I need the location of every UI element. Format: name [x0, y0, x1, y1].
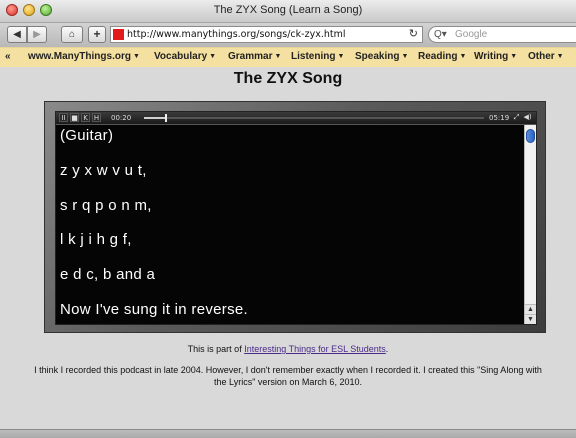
lyric-line: s r q p o n m, — [60, 197, 152, 214]
search-icon[interactable]: Q▾ — [434, 27, 447, 42]
home-icon: ⌂ — [68, 29, 76, 40]
info-line: This is part of Interesting Things for E… — [0, 343, 576, 355]
video-player-frame: II ■ K H 00:20 05:19 ⤢ ◀) (Guitar) z y x… — [44, 101, 546, 333]
bookmark-reading[interactable]: Reading ▼ — [418, 51, 466, 62]
search-field[interactable]: Q▾ Google — [428, 26, 576, 43]
lyrics-area: (Guitar) z y x w v u t, s r q p o n m, l… — [56, 125, 524, 324]
elapsed-time: 00:20 — [111, 114, 132, 122]
search-placeholder: Google — [455, 29, 488, 40]
lyric-line: Now I've sung it in reverse. — [60, 301, 249, 318]
add-bookmark-button[interactable]: + — [88, 26, 106, 43]
dropdown-arrow-icon: ▼ — [274, 53, 282, 60]
bookmark-label: Grammar — [228, 51, 273, 62]
stop-icon[interactable]: ■ — [70, 113, 79, 122]
total-time: 05:19 — [489, 114, 510, 122]
window-title: The ZYX Song (Learn a Song) — [213, 4, 363, 16]
url-text[interactable]: http://www.manythings.org/songs/ck-zyx.h… — [127, 27, 345, 42]
back-button[interactable]: ◀ — [7, 26, 27, 43]
bookmark-label: Speaking — [355, 51, 400, 62]
forward-arrow-icon: ▶ — [33, 29, 41, 40]
dropdown-arrow-icon: ▼ — [209, 53, 217, 60]
video-player[interactable]: II ■ K H 00:20 05:19 ⤢ ◀) (Guitar) z y x… — [55, 111, 537, 325]
bookmark-label: Reading — [418, 51, 458, 62]
dropdown-arrow-icon: ▼ — [556, 53, 564, 60]
page-title: The ZYX Song — [233, 70, 343, 87]
seek-thumb[interactable] — [165, 114, 168, 122]
reload-icon[interactable]: ↻ — [409, 27, 418, 42]
bookmark-manythings[interactable]: www.ManyThings.org ▼ — [28, 51, 140, 62]
seek-bar-fill — [144, 117, 166, 119]
browser-toolbar: ◀ ▶ ⌂ + http://www.manythings.org/songs/… — [0, 23, 576, 47]
bookmark-grammar[interactable]: Grammar ▼ — [228, 51, 281, 62]
esl-students-link[interactable]: Interesting Things for ESL Students — [244, 344, 386, 354]
window-titlebar: The ZYX Song (Learn a Song) — [0, 0, 576, 23]
recording-note: I think I recorded this podcast in late … — [34, 365, 542, 387]
bookmark-listening[interactable]: Listening ▼ — [291, 51, 344, 62]
forward-button[interactable]: ▶ — [27, 26, 47, 43]
previous-icon[interactable]: K — [81, 113, 90, 122]
lyric-line: l k j i h g f, — [60, 231, 132, 248]
info-prefix: This is part of — [187, 344, 245, 354]
bookmark-label: Listening — [291, 51, 336, 62]
bookmarks-overflow-button[interactable]: « — [5, 51, 11, 62]
fullscreen-icon[interactable]: ⤢ — [512, 113, 521, 122]
bookmarks-bar: « www.ManyThings.org ▼ Vocabulary ▼ Gramma… — [0, 47, 576, 68]
info-suffix: . — [385, 344, 389, 354]
lyric-line: z y x w v u t, — [60, 162, 147, 179]
address-bar[interactable]: http://www.manythings.org/songs/ck-zyx.h… — [110, 26, 423, 43]
bookmark-label: www.ManyThings.org — [28, 51, 131, 62]
pause-icon[interactable]: II — [59, 113, 68, 122]
bookmark-label: Other — [528, 51, 555, 62]
plus-icon: + — [93, 27, 101, 41]
scroll-up-icon[interactable]: ▲ — [525, 304, 536, 314]
home-button[interactable]: ⌂ — [61, 26, 83, 43]
next-icon[interactable]: H — [92, 113, 101, 122]
site-favicon-icon — [113, 29, 124, 40]
bookmark-writing[interactable]: Writing ▼ — [474, 51, 517, 62]
dropdown-arrow-icon: ▼ — [337, 53, 345, 60]
lyrics-scrollbar[interactable]: ▲ ▼ — [524, 125, 536, 324]
dropdown-arrow-icon: ▼ — [132, 53, 140, 60]
bookmark-other[interactable]: Other ▼ — [528, 51, 564, 62]
bookmark-vocabulary[interactable]: Vocabulary ▼ — [154, 51, 216, 62]
lyric-line: e d c, b and a — [60, 266, 156, 283]
bookmark-label: Vocabulary — [154, 51, 208, 62]
volume-icon[interactable]: ◀) — [523, 113, 532, 122]
back-arrow-icon: ◀ — [13, 29, 21, 40]
scroll-down-icon[interactable]: ▼ — [525, 314, 536, 324]
dropdown-arrow-icon: ▼ — [510, 53, 518, 60]
scrollbar-thumb[interactable] — [526, 129, 535, 143]
page-content: The ZYX Song II ■ K H 00:20 05:19 ⤢ ◀) (… — [0, 67, 576, 429]
dropdown-arrow-icon: ▼ — [401, 53, 409, 60]
player-controls: II ■ K H 00:20 05:19 ⤢ ◀) — [56, 112, 536, 125]
seek-bar[interactable] — [144, 114, 484, 122]
bookmark-speaking[interactable]: Speaking ▼ — [355, 51, 408, 62]
dropdown-arrow-icon: ▼ — [459, 53, 467, 60]
bookmark-label: Writing — [474, 51, 509, 62]
lyric-line: (Guitar) — [60, 127, 114, 144]
